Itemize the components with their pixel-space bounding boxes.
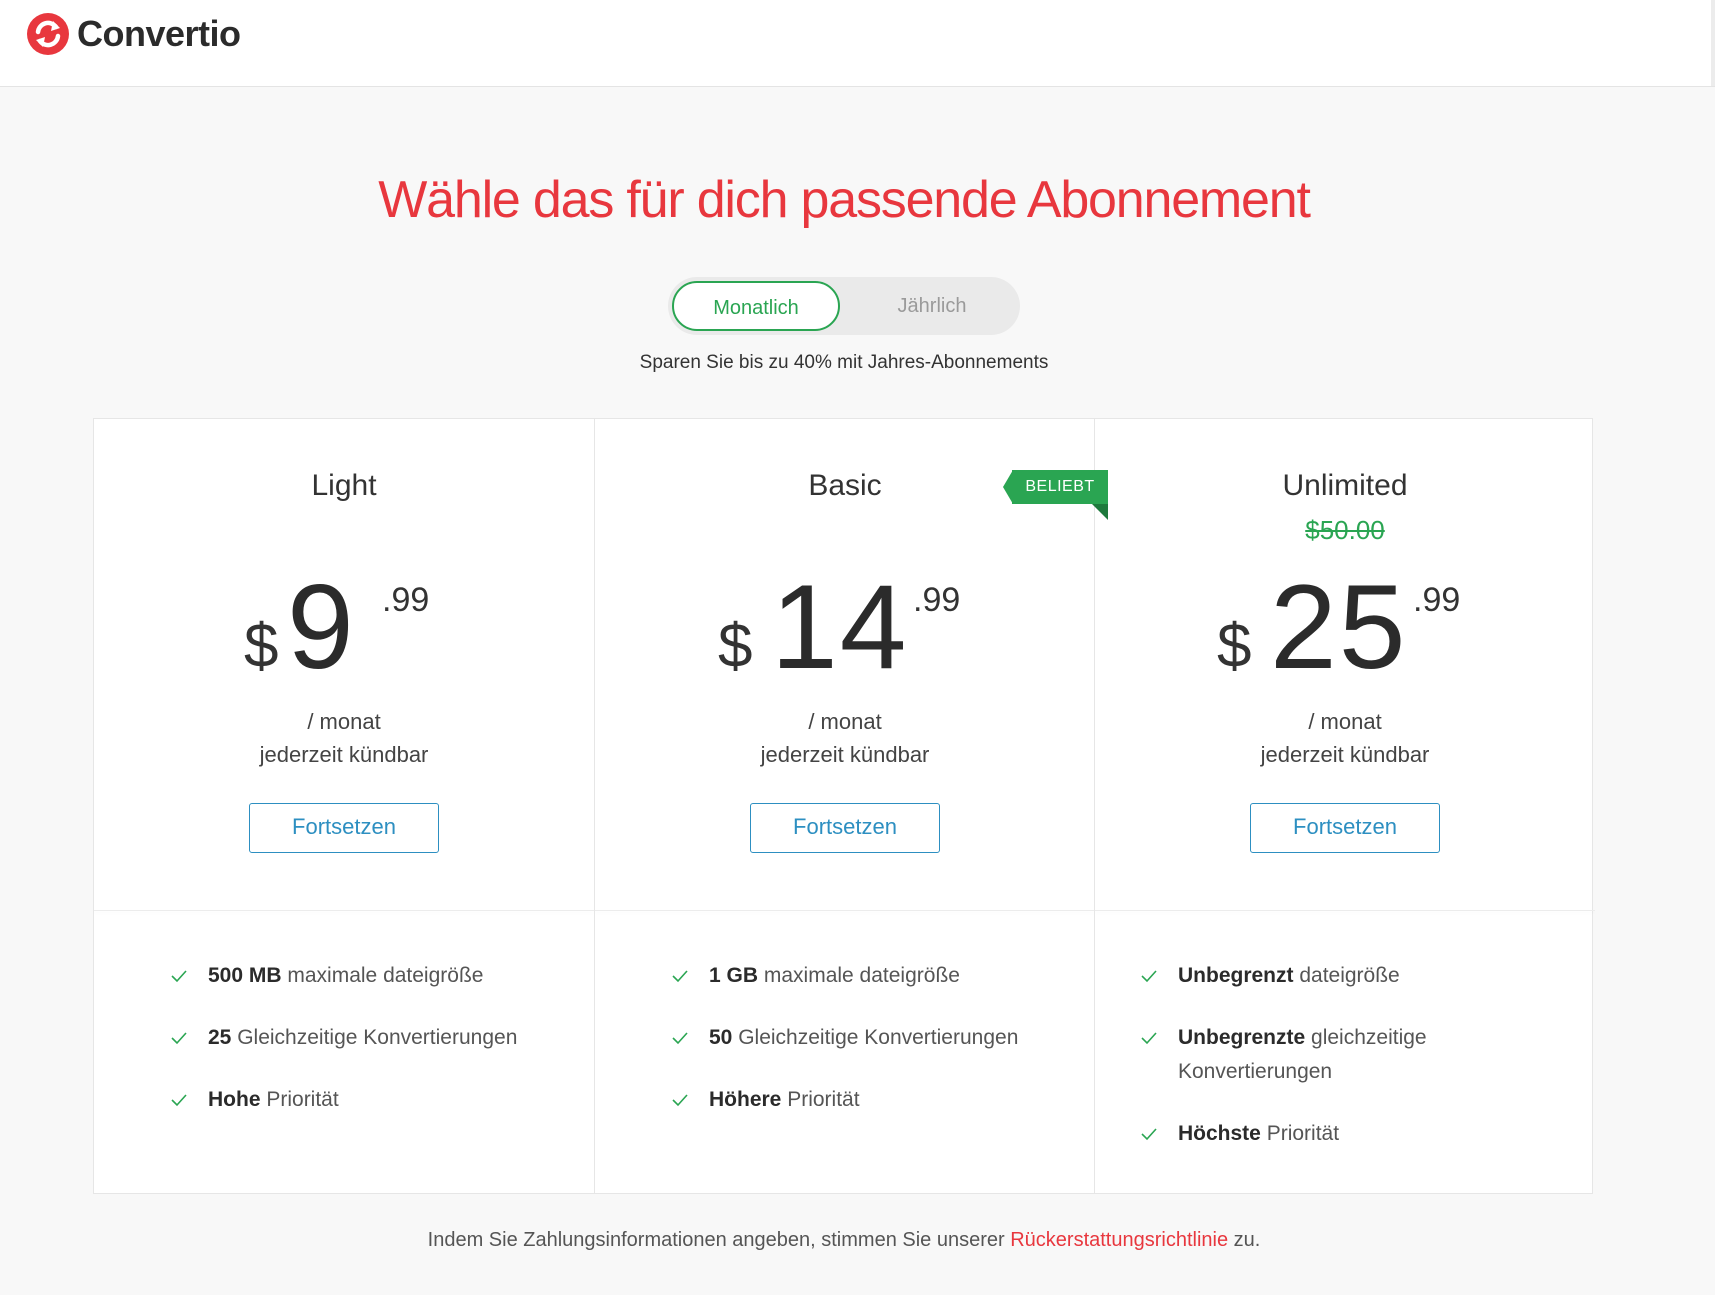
plan-price: $ 25 .99 — [1095, 560, 1595, 694]
feature-highlight: 50 — [709, 1026, 733, 1049]
checkmark-icon — [1141, 1128, 1157, 1141]
badge-fold — [1092, 504, 1108, 520]
continue-button-light[interactable]: Fortsetzen — [249, 803, 439, 853]
feature-text: Gleichzeitige Konvertierungen — [738, 1026, 1019, 1049]
plan-name: Light — [311, 469, 377, 502]
toggle-yearly[interactable]: Jährlich — [852, 281, 1012, 331]
refund-policy-link[interactable]: Rückerstattungsrichtlinie — [1010, 1229, 1228, 1251]
feature-text: Gleichzeitige Konvertierungen — [237, 1026, 518, 1049]
brand-name: Convertio — [77, 13, 241, 54]
feature-item: Höchste Priorität — [1141, 1117, 1340, 1151]
scrollbar-track[interactable] — [1711, 0, 1715, 86]
plan-card-basic: Basic $ 14 .99 / monat jederzeit kündbar… — [594, 419, 1095, 1193]
feature-item: Höhere Priorität — [672, 1083, 860, 1117]
cancel-note: jederzeit kündbar — [760, 742, 930, 767]
checkmark-icon — [171, 1032, 187, 1045]
brand-logo[interactable]: Convertio — [26, 12, 241, 56]
feature-item: Unbegrenzt dateigröße — [1141, 959, 1400, 993]
price-integer: 9 — [287, 560, 356, 694]
price-decimal: .99 — [382, 581, 430, 619]
feature-highlight: Höhere — [709, 1088, 782, 1111]
disclaimer-text-end: zu. — [1228, 1229, 1261, 1251]
plan-name: Unlimited — [1282, 469, 1408, 502]
page-title: Wähle das für dich passende Abonnement — [378, 171, 1311, 229]
feature-item: 25 Gleichzeitige Konvertierungen — [171, 1021, 518, 1055]
feature-highlight: Unbegrenzte — [1178, 1026, 1306, 1049]
continue-button-unlimited[interactable]: Fortsetzen — [1250, 803, 1440, 853]
price-period: / monat — [808, 709, 882, 734]
feature-text: Priorität — [787, 1088, 860, 1111]
feature-item: 500 MB maximale dateigröße — [171, 959, 484, 993]
plans-table: Light $ 9 .99 / monat jederzeit kündbar … — [93, 418, 1595, 1194]
convertio-logo-icon — [27, 13, 69, 55]
divider — [1095, 910, 1595, 911]
checkmark-icon — [171, 970, 187, 983]
feature-text-continued: Konvertierungen — [1178, 1060, 1333, 1083]
savings-note: Sparen Sie bis zu 40% mit Jahres-Abonnem… — [639, 352, 1049, 373]
billing-toggle[interactable]: Monatlich Jährlich — [668, 277, 1020, 335]
feature-text: maximale dateigröße — [287, 964, 484, 987]
checkmark-icon — [672, 1094, 688, 1107]
feature-item: 1 GB maximale dateigröße — [672, 959, 960, 993]
feature-item: Hohe Priorität — [171, 1083, 339, 1117]
original-price: $50.00 — [1305, 515, 1385, 545]
plan-price: $ 9 .99 — [94, 560, 594, 694]
cancel-note: jederzeit kündbar — [259, 742, 429, 767]
price-period: / monat — [307, 709, 381, 734]
price-decimal: .99 — [913, 581, 961, 619]
checkmark-icon — [672, 970, 688, 983]
price-integer: 25 — [1270, 560, 1408, 694]
price-integer: 14 — [771, 560, 909, 694]
feature-text: gleichzeitige — [1311, 1026, 1427, 1049]
feature-item: 50 Gleichzeitige Konvertierungen — [672, 1021, 1019, 1055]
feature-item: Unbegrenzte gleichzeitige Konvertierunge… — [1141, 1021, 1427, 1089]
feature-text: Priorität — [266, 1088, 339, 1111]
feature-highlight: 25 — [208, 1026, 232, 1049]
feature-highlight: Höchste — [1178, 1122, 1261, 1145]
cancel-note: jederzeit kündbar — [1260, 742, 1430, 767]
feature-highlight: Hohe — [208, 1088, 261, 1111]
feature-highlight: Unbegrenzt — [1178, 964, 1294, 987]
price-currency: $ — [1217, 612, 1252, 681]
continue-button-basic[interactable]: Fortsetzen — [750, 803, 940, 853]
feature-highlight: 1 GB — [709, 964, 759, 987]
disclaimer-text: Indem Sie Zahlungsinformationen angeben,… — [427, 1229, 1011, 1251]
refund-disclaimer: Indem Sie Zahlungsinformationen angeben,… — [0, 1229, 1688, 1252]
plan-card-unlimited: Unlimited $50.00 $ 25 .99 / monat jederz… — [1094, 419, 1595, 1193]
checkmark-icon — [1141, 1032, 1157, 1045]
divider — [595, 910, 1095, 911]
price-currency: $ — [718, 612, 753, 681]
checkmark-icon — [171, 1094, 187, 1107]
feature-text: Priorität — [1266, 1122, 1340, 1145]
plan-card-light: Light $ 9 .99 / monat jederzeit kündbar … — [94, 419, 594, 1193]
feature-highlight: 500 MB — [208, 964, 282, 987]
feature-text: maximale dateigröße — [763, 964, 960, 987]
plan-price: $ 14 .99 — [595, 560, 1095, 694]
checkmark-icon — [672, 1032, 688, 1045]
divider — [94, 910, 594, 911]
top-header: Convertio — [0, 0, 1715, 87]
price-currency: $ — [244, 612, 279, 681]
checkmark-icon — [1141, 970, 1157, 983]
price-decimal: .99 — [1413, 581, 1461, 619]
toggle-monthly[interactable]: Monatlich — [672, 281, 840, 331]
feature-text: dateigröße — [1299, 964, 1400, 987]
popular-badge: BELIEBT — [1012, 470, 1108, 504]
price-period: / monat — [1308, 709, 1382, 734]
